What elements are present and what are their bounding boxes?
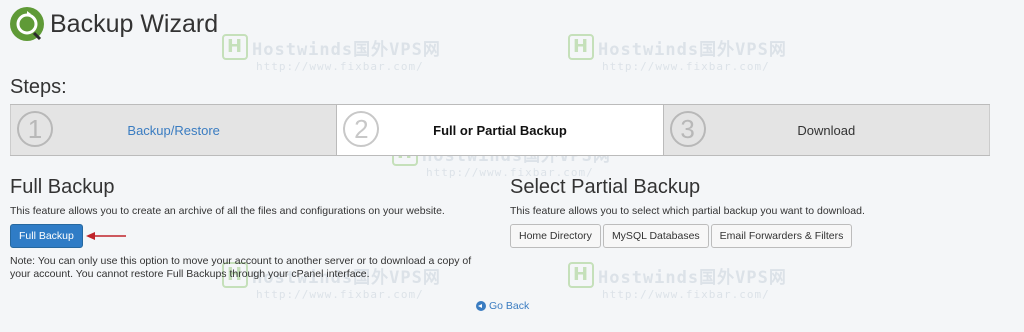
step-label: Download [797,122,856,138]
step-label: Full or Partial Backup [433,122,567,138]
go-back-label[interactable]: Go Back [489,300,529,312]
full-backup-title: Full Backup [10,176,115,198]
steps-progress-bar: 1 Backup/Restore 2 Full or Partial Backu… [10,104,990,156]
go-back-link[interactable]: Go Back [476,300,529,312]
page-title: Backup Wizard [50,9,219,38]
annotation-arrow-icon [86,232,126,240]
partial-backup-description: This feature allows you to select which … [510,205,865,217]
step-number-1-icon: 1 [17,111,53,147]
watermark: HHostwinds国外VPS网 http://www.fixbar.com/ [568,34,787,73]
full-backup-button[interactable]: Full Backup [10,224,83,248]
back-arrow-icon [476,301,486,311]
step-backup-restore[interactable]: 1 Backup/Restore [10,105,337,155]
backup-wizard-icon [10,7,44,41]
partial-backup-title: Select Partial Backup [510,176,701,198]
partial-backup-buttons: Home Directory MySQL Databases Email For… [510,224,854,248]
mysql-databases-button[interactable]: MySQL Databases [602,224,709,248]
step-label[interactable]: Backup/Restore [127,123,220,138]
home-directory-button[interactable]: Home Directory [510,224,601,248]
full-backup-note: Note: You can only use this option to mo… [10,255,472,280]
full-backup-section: Full Backup This feature allows you to c… [10,176,490,217]
watermark: HHostwinds国外VPS网 http://www.fixbar.com/ [222,34,441,73]
step-full-or-partial-backup: 2 Full or Partial Backup [336,105,663,155]
step-number-2-icon: 2 [343,111,380,147]
step-download: 3 Download [662,105,990,155]
watermark: HHostwinds国外VPS网 http://www.fixbar.com/ [568,262,787,301]
full-backup-description: This feature allows you to create an arc… [10,205,445,217]
steps-heading: Steps: [10,76,67,98]
step-number-3-icon: 3 [669,111,706,147]
partial-backup-section: Select Partial Backup This feature allow… [510,176,1010,217]
email-forwarders-filters-button[interactable]: Email Forwarders & Filters [710,224,853,248]
page-header: Backup Wizard [10,6,218,42]
